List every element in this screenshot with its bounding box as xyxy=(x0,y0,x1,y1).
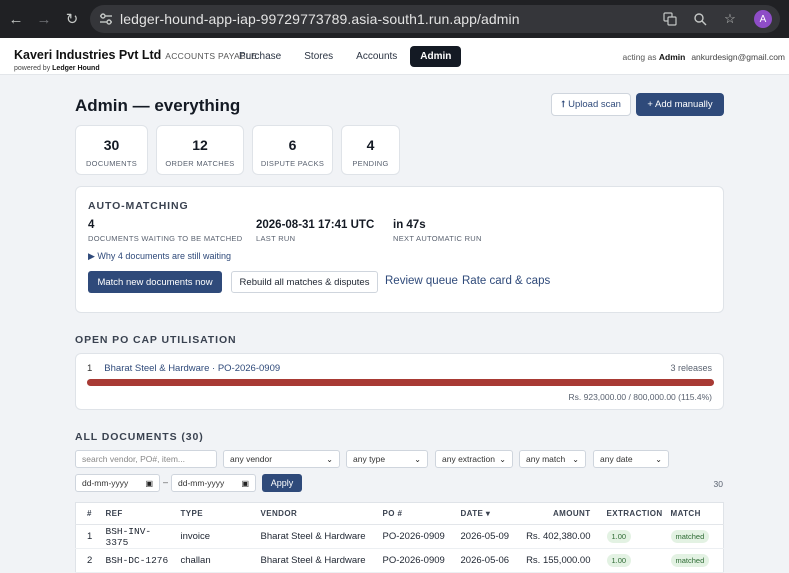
brand: Kaveri Industries Pvt Ltd ACCOUNTS PAYABL… xyxy=(14,46,257,72)
col-match[interactable]: MATCH xyxy=(666,502,724,525)
top-nav: Purchase Stores Accounts Admin xyxy=(229,46,462,67)
stat-order-matches[interactable]: 12 ORDER MATCHES xyxy=(156,125,244,175)
nav-tab-admin[interactable]: Admin xyxy=(410,46,462,67)
calendar-icon: ▣ xyxy=(145,478,153,488)
company-name: Kaveri Industries Pvt Ltd xyxy=(14,48,162,62)
date-to-input[interactable]: dd-mm-yyyy ▣ xyxy=(171,474,256,492)
nav-tab-accounts[interactable]: Accounts xyxy=(346,46,407,67)
documents-heading: ALL DOCUMENTS (30) xyxy=(75,431,204,443)
auto-matching-card: AUTO-MATCHING 4 DOCUMENTS WAITING TO BE M… xyxy=(75,186,724,313)
match-now-button[interactable]: Match new documents now xyxy=(88,271,222,293)
reload-icon[interactable]: ↻ xyxy=(58,5,86,33)
stat-documents[interactable]: 30 DOCUMENTS xyxy=(75,125,148,175)
po-cap-row[interactable]: 1 Bharat Steel & Hardware · PO-2026-0909 xyxy=(87,363,280,374)
acting-as: acting as Admin ankurdesign@gmail.com xyxy=(622,52,785,62)
po-cap-amount: Rs. 923,000.00 / 800,000.00 (115.4%) xyxy=(568,392,713,402)
po-cap-card: 1 Bharat Steel & Hardware · PO-2026-0909 … xyxy=(75,353,724,410)
site-settings-icon[interactable] xyxy=(92,13,120,25)
po-vendor-link: Bharat Steel & Hardware · PO-2026-0909 xyxy=(104,363,281,374)
date-filter[interactable]: any date ⌄ xyxy=(593,450,669,468)
col-index: # xyxy=(75,502,102,525)
waiting-stat: 4 DOCUMENTS WAITING TO BE MATCHED xyxy=(88,219,243,243)
chevron-down-icon: ⌄ xyxy=(655,454,662,464)
profile-avatar[interactable]: A xyxy=(754,10,772,28)
nav-tab-stores[interactable]: Stores xyxy=(294,46,343,67)
po-releases: 3 releases xyxy=(670,363,712,373)
rate-card-link[interactable]: Rate card & caps xyxy=(462,275,550,287)
url-text[interactable]: ledger-hound-app-iap-99729773789.asia-so… xyxy=(120,11,520,27)
col-extraction[interactable]: EXTRACTION xyxy=(594,502,667,525)
date-from-input[interactable]: dd-mm-yyyy ▣ xyxy=(75,474,160,492)
apply-button[interactable]: Apply xyxy=(262,474,302,492)
rebuild-button[interactable]: Rebuild all matches & disputes xyxy=(231,271,378,293)
date-range-separator: – xyxy=(163,477,169,487)
col-type[interactable]: TYPE xyxy=(176,502,257,525)
browser-toolbar: ← → ↻ ledger-hound-app-iap-99729773789.a… xyxy=(0,0,789,38)
powered-by: powered by Ledger Hound xyxy=(14,65,100,72)
auto-matching-heading: AUTO-MATCHING xyxy=(88,200,189,212)
table-row[interactable]: 2 BSH-DC-1276 challan Bharat Steel & Har… xyxy=(75,548,724,573)
result-count: 30 xyxy=(713,479,723,489)
stat-dispute-packs[interactable]: 6 DISPUTE PACKS xyxy=(252,125,333,175)
forward-arrow-icon[interactable]: → xyxy=(30,5,58,33)
po-cap-bar xyxy=(87,379,714,386)
col-ref[interactable]: REF xyxy=(101,502,177,525)
review-queue-link[interactable]: Review queue xyxy=(385,275,458,287)
documents-table: # REF TYPE VENDOR PO # DATE ▾ AMOUNT EXT… xyxy=(75,502,724,573)
add-manually-button[interactable]: + Add manually xyxy=(636,93,724,116)
chevron-down-icon: ⌄ xyxy=(414,454,421,464)
translate-icon[interactable] xyxy=(658,12,682,26)
last-run-stat: 2026-08-31 17:41 UTC LAST RUN xyxy=(256,219,375,243)
col-amount[interactable]: AMOUNT xyxy=(516,502,595,525)
app-header: Kaveri Industries Pvt Ltd ACCOUNTS PAYABL… xyxy=(0,38,789,75)
address-bar[interactable]: ledger-hound-app-iap-99729773789.asia-so… xyxy=(90,5,780,33)
chevron-down-icon: ⌄ xyxy=(499,454,506,464)
user-email: ankurdesign@gmail.com xyxy=(691,52,785,62)
chevron-down-icon: ⌄ xyxy=(326,454,333,464)
why-waiting-toggle[interactable]: ▶ Why 4 documents are still waiting xyxy=(88,251,231,262)
page-title: Admin — everything xyxy=(75,96,241,115)
search-input[interactable] xyxy=(75,450,217,468)
type-filter[interactable]: any type ⌄ xyxy=(346,450,428,468)
extraction-badge: 1.00 xyxy=(606,530,632,543)
next-run-stat: in 47s NEXT AUTOMATIC RUN xyxy=(393,219,482,243)
match-filter[interactable]: any match ⌄ xyxy=(519,450,586,468)
po-cap-heading: OPEN PO CAP UTILISATION xyxy=(75,334,237,346)
match-status-badge: matched xyxy=(670,530,710,543)
table-row[interactable]: 1 BSH-INV-3375 invoice Bharat Steel & Ha… xyxy=(75,524,724,549)
chevron-down-icon: ⌄ xyxy=(572,454,579,464)
search-field[interactable] xyxy=(82,454,210,464)
table-header-row: # REF TYPE VENDOR PO # DATE ▾ AMOUNT EXT… xyxy=(75,502,724,525)
stat-pending[interactable]: 4 PENDING xyxy=(341,125,400,175)
upload-scan-button[interactable]: ⭡ Upload scan xyxy=(551,93,631,116)
match-status-badge: matched xyxy=(670,554,710,567)
extraction-badge: 1.00 xyxy=(606,554,632,567)
calendar-icon: ▣ xyxy=(241,478,249,488)
back-arrow-icon[interactable]: ← xyxy=(2,5,30,33)
po-cap-bar-fill xyxy=(87,379,714,386)
vendor-filter[interactable]: any vendor ⌄ xyxy=(223,450,340,468)
zoom-icon[interactable] xyxy=(688,12,712,26)
nav-tab-purchase[interactable]: Purchase xyxy=(229,46,291,67)
extraction-filter[interactable]: any extraction ⌄ xyxy=(435,450,513,468)
col-date[interactable]: DATE ▾ xyxy=(456,502,517,525)
col-po[interactable]: PO # xyxy=(378,502,457,525)
bookmark-star-icon[interactable]: ☆ xyxy=(718,11,742,27)
col-vendor[interactable]: VENDOR xyxy=(256,502,379,525)
